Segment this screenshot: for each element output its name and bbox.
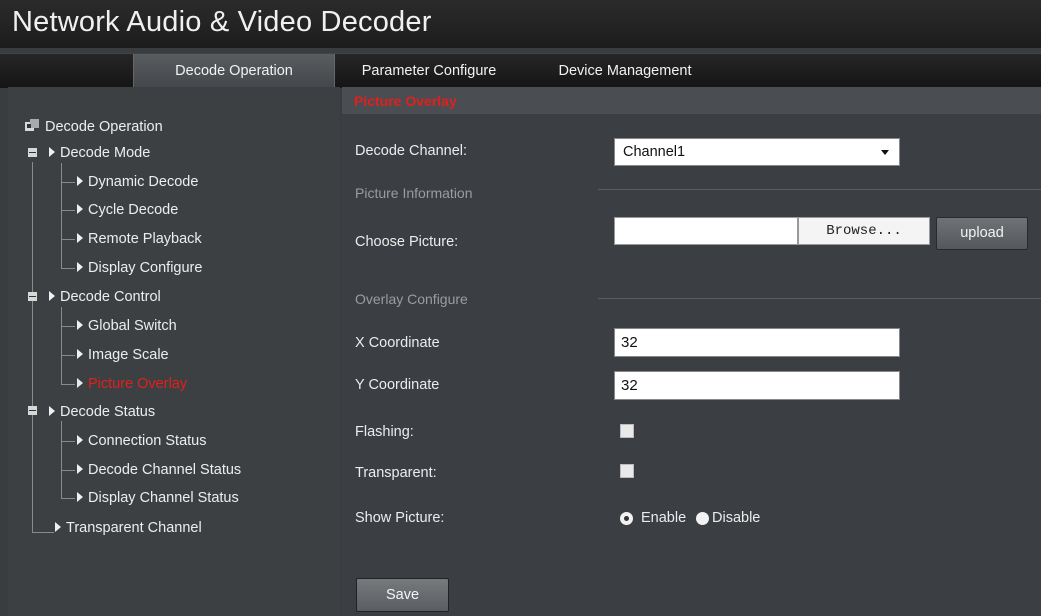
triangle-right-icon: [49, 147, 55, 157]
upload-button[interactable]: upload: [936, 217, 1028, 250]
title-bar: Network Audio & Video Decoder: [0, 0, 1041, 48]
tree-group-decode-control[interactable]: Decode Control: [49, 286, 161, 308]
tree-item-global-switch[interactable]: Global Switch: [77, 315, 177, 337]
tree-root-decode-operation[interactable]: Decode Operation: [45, 116, 163, 138]
triangle-right-icon: [77, 378, 83, 388]
triangle-right-icon: [55, 522, 61, 532]
divider: [598, 189, 1041, 190]
tree-item-transparent-channel[interactable]: Transparent Channel: [55, 517, 202, 539]
collapse-icon[interactable]: [28, 406, 37, 415]
tree-connector: [61, 384, 75, 385]
tree-item-display-configure[interactable]: Display Configure: [77, 257, 202, 279]
triangle-right-icon: [77, 492, 83, 502]
tree-item-image-scale[interactable]: Image Scale: [77, 344, 169, 366]
tab-decode-operation[interactable]: Decode Operation: [133, 54, 335, 88]
tree-item-connection-status[interactable]: Connection Status: [77, 430, 207, 452]
y-coordinate-input[interactable]: 32: [614, 371, 900, 400]
triangle-right-icon: [77, 349, 83, 359]
tab-parameter-configure[interactable]: Parameter Configure: [338, 54, 520, 88]
collapse-icon[interactable]: [28, 148, 37, 157]
divider: [598, 298, 1041, 299]
triangle-right-icon: [77, 204, 83, 214]
transparent-label: Transparent:: [355, 465, 437, 481]
enable-radio-label: Enable: [641, 510, 687, 526]
tree-connector: [61, 210, 75, 211]
section-title: Picture Overlay: [354, 93, 457, 109]
tree-item-remote-playback[interactable]: Remote Playback: [77, 228, 202, 250]
tree-item-picture-overlay[interactable]: Picture Overlay: [77, 373, 187, 395]
tree-connector: [61, 470, 75, 471]
tree-connector: [61, 307, 62, 384]
tree-connector: [61, 421, 62, 498]
flashing-label: Flashing:: [355, 424, 414, 440]
browse-button[interactable]: Browse...: [798, 217, 930, 245]
flashing-checkbox[interactable]: [620, 424, 634, 438]
disable-radio[interactable]: [696, 512, 709, 525]
triangle-right-icon: [77, 262, 83, 272]
tree-connector: [61, 182, 75, 183]
file-path-input[interactable]: [614, 217, 798, 245]
overlay-configure-header: Overlay Configure: [355, 291, 468, 307]
tree-connector: [61, 498, 75, 499]
tree-connector: [61, 163, 62, 268]
tree-connector: [61, 326, 75, 327]
app-title: Network Audio & Video Decoder: [12, 6, 432, 38]
tree-item-display-channel-status[interactable]: Display Channel Status: [77, 487, 239, 509]
tree-connector: [61, 268, 75, 269]
tree-item-cycle-decode[interactable]: Cycle Decode: [77, 199, 178, 221]
triangle-right-icon: [49, 406, 55, 416]
x-coordinate-label: X Coordinate: [355, 335, 440, 351]
chevron-down-icon: [881, 150, 889, 155]
tree-connector: [32, 532, 54, 533]
transparent-checkbox[interactable]: [620, 464, 634, 478]
triangle-right-icon: [77, 320, 83, 330]
disable-radio-label: Disable: [712, 510, 761, 526]
show-picture-label: Show Picture:: [355, 510, 445, 526]
tree-item-decode-channel-status[interactable]: Decode Channel Status: [77, 459, 241, 481]
picture-information-header: Picture Information: [355, 185, 473, 201]
tree-connector: [61, 441, 75, 442]
x-coordinate-input[interactable]: 32: [614, 328, 900, 357]
choose-picture-label: Choose Picture:: [355, 234, 459, 250]
tree-group-decode-status[interactable]: Decode Status: [49, 401, 155, 423]
tree-item-dynamic-decode[interactable]: Dynamic Decode: [77, 171, 198, 193]
triangle-right-icon: [77, 464, 83, 474]
tab-device-management[interactable]: Device Management: [525, 54, 725, 88]
save-button[interactable]: Save: [356, 578, 449, 612]
decoder-icon: [25, 119, 39, 131]
triangle-right-icon: [77, 435, 83, 445]
triangle-right-icon: [77, 233, 83, 243]
decode-channel-select[interactable]: Channel1: [614, 138, 900, 166]
collapse-icon[interactable]: [28, 292, 37, 301]
decode-channel-label: Decode Channel:: [355, 143, 468, 159]
top-nav: Decode Operation Parameter Configure Dev…: [0, 53, 1041, 88]
tree-group-decode-mode[interactable]: Decode Mode: [49, 142, 150, 164]
triangle-right-icon: [49, 291, 55, 301]
triangle-right-icon: [77, 176, 83, 186]
tree-connector: [61, 239, 75, 240]
tree-connector: [32, 162, 33, 532]
y-coordinate-label: Y Coordinate: [355, 377, 440, 393]
enable-radio[interactable]: [620, 512, 633, 525]
tree-connector: [61, 355, 75, 356]
